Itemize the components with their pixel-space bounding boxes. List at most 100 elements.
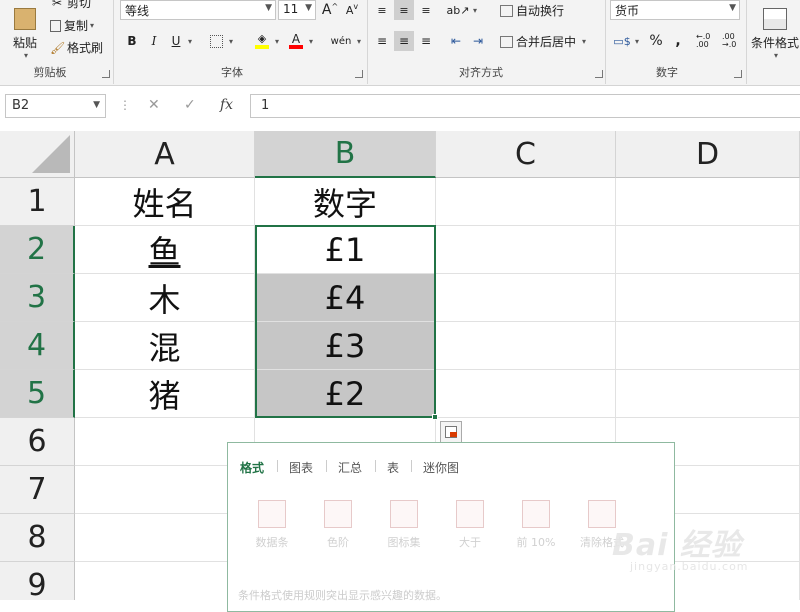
phonetic-dropdown[interactable]: ▾ <box>352 31 364 51</box>
row-header-6[interactable]: 6 <box>0 418 75 466</box>
font-name-combo[interactable]: 等线 ▼ <box>120 0 276 20</box>
font-size-combo[interactable]: 11 ▼ <box>278 0 316 20</box>
align-left-button[interactable]: ≡ <box>372 31 392 51</box>
borders-dropdown[interactable]: ▾ <box>224 31 236 51</box>
cell-a3[interactable]: 木 <box>75 274 255 322</box>
select-all-corner[interactable] <box>0 131 75 178</box>
fill-color-swatch <box>255 45 269 49</box>
clipboard-launcher[interactable] <box>102 70 110 78</box>
font-color-dropdown[interactable]: ▾ <box>304 31 316 51</box>
merge-center-button[interactable]: 合并后居中 ▾ <box>500 33 586 50</box>
column-header-b[interactable]: B <box>255 131 436 178</box>
increase-indent-button[interactable]: ⇥ <box>468 31 488 51</box>
qa-option-greater-than[interactable]: 大于 <box>442 500 498 550</box>
qa-option-data-bars[interactable]: 数据条 <box>244 500 300 550</box>
row-header-5[interactable]: 5 <box>0 370 75 418</box>
row-header-7[interactable]: 7 <box>0 466 75 514</box>
bold-button[interactable]: B <box>122 31 142 51</box>
increase-decimal-button[interactable]: ←.0 .00 <box>696 31 718 51</box>
italic-button[interactable]: I <box>144 31 164 51</box>
fill-handle[interactable] <box>432 414 438 420</box>
cell-d1[interactable] <box>616 178 800 226</box>
shrink-font-button[interactable]: Av <box>342 0 362 20</box>
paste-label: 粘贴 <box>12 36 37 50</box>
qa-tab-format[interactable]: 格式 <box>240 459 264 476</box>
orientation-dropdown[interactable]: ▾ <box>468 0 480 20</box>
fill-color-dropdown[interactable]: ▾ <box>270 31 282 51</box>
cell-a5[interactable]: 猪 <box>75 370 255 418</box>
row-header-3[interactable]: 3 <box>0 274 75 322</box>
orientation-button[interactable]: ab↗ <box>447 0 470 20</box>
cut-button[interactable]: ✂ 剪切 <box>50 0 91 11</box>
enter-icon[interactable]: ✓ <box>184 97 196 113</box>
cell-d5[interactable] <box>616 370 800 418</box>
row-header-2[interactable]: 2 <box>0 226 75 274</box>
alignment-launcher[interactable] <box>595 70 603 78</box>
qa-option-top-10[interactable]: 前 10% <box>508 500 564 550</box>
font-launcher[interactable] <box>355 70 363 78</box>
copy-button[interactable]: 复制 ▾ <box>50 17 94 34</box>
cell-d4[interactable] <box>616 322 800 370</box>
format-painter-button[interactable]: 🖌 格式刷 <box>50 39 103 56</box>
cell-d3[interactable] <box>616 274 800 322</box>
number-format-combo[interactable]: 货币 ▼ <box>610 0 740 20</box>
align-bottom-button[interactable]: ≡ <box>416 0 436 20</box>
cell-a1[interactable]: 姓名 <box>75 178 255 226</box>
cell-b2[interactable]: £1 <box>255 226 436 274</box>
paint-bucket-icon: ◈ <box>257 32 267 45</box>
borders-button[interactable] <box>206 31 226 51</box>
column-header-c[interactable]: C <box>436 131 616 178</box>
align-top-button[interactable]: ≡ <box>372 0 392 20</box>
conditional-format-button[interactable]: 条件格式 ▾ <box>750 0 800 60</box>
paste-button[interactable]: 粘贴 ▾ <box>6 0 44 60</box>
formula-bar: B2 ▼ ⋮ ✕ ✓ fx 1 <box>0 92 800 120</box>
row-header-4[interactable]: 4 <box>0 322 75 370</box>
cell-b4[interactable]: £3 <box>255 322 436 370</box>
row-header-9[interactable]: 9 <box>0 562 75 600</box>
qa-option-icon-set[interactable]: 图标集 <box>376 500 432 550</box>
decrease-indent-button[interactable]: ⇤ <box>446 31 466 51</box>
column-header-d[interactable]: D <box>616 131 800 178</box>
font-color-button[interactable]: A <box>286 31 306 51</box>
qa-option-color-scale[interactable]: 色阶 <box>310 500 366 550</box>
column-header-a[interactable]: A <box>75 131 255 178</box>
number-launcher[interactable] <box>734 70 742 78</box>
cell-b1[interactable]: 数字 <box>255 178 436 226</box>
formula-input[interactable]: 1 <box>250 94 800 118</box>
cell-d2[interactable] <box>616 226 800 274</box>
cell-c4[interactable] <box>436 322 616 370</box>
fill-color-button[interactable]: ◈ <box>252 31 272 51</box>
cell-c5[interactable] <box>436 370 616 418</box>
cell-c2[interactable] <box>436 226 616 274</box>
name-box[interactable]: B2 ▼ <box>5 94 106 118</box>
qa-tab-totals[interactable]: 汇总 <box>338 459 362 476</box>
qa-tab-sparklines[interactable]: 迷你图 <box>423 459 459 476</box>
percent-button[interactable]: % <box>646 31 666 51</box>
underline-dropdown[interactable]: ▾ <box>184 31 194 51</box>
quick-analysis-button[interactable] <box>440 421 462 443</box>
cell-c3[interactable] <box>436 274 616 322</box>
cell-c1[interactable] <box>436 178 616 226</box>
comma-button[interactable]: , <box>668 31 688 51</box>
align-middle-button[interactable]: ≡ <box>394 0 414 20</box>
cell-a4[interactable]: 混 <box>75 322 255 370</box>
row-header-8[interactable]: 8 <box>0 514 75 562</box>
cell-b5[interactable]: £2 <box>255 370 436 418</box>
underline-button[interactable]: U <box>166 31 186 51</box>
cell-a2[interactable]: 鱼 <box>75 226 255 274</box>
phonetic-button[interactable]: wén <box>328 31 354 51</box>
accounting-format-dropdown[interactable]: ▾ <box>630 31 642 51</box>
qa-tab-tables[interactable]: 表 <box>387 459 399 476</box>
align-right-button[interactable]: ≡ <box>416 31 436 51</box>
cancel-icon[interactable]: ✕ <box>148 97 160 113</box>
insert-function-icon[interactable]: fx <box>220 97 233 113</box>
grow-font-button[interactable]: A ^ <box>320 0 340 20</box>
qa-tab-charts[interactable]: 图表 <box>289 459 313 476</box>
accounting-format-button[interactable]: ▭$ <box>612 31 632 51</box>
wrap-text-button[interactable]: 自动换行 <box>500 2 564 19</box>
row-header-1[interactable]: 1 <box>0 178 75 226</box>
decrease-decimal-button[interactable]: .00 →.0 <box>722 31 744 51</box>
cell-b3[interactable]: £4 <box>255 274 436 322</box>
decrease-decimal-icon: .00 →.0 <box>722 32 737 49</box>
align-center-button[interactable]: ≡ <box>394 31 414 51</box>
